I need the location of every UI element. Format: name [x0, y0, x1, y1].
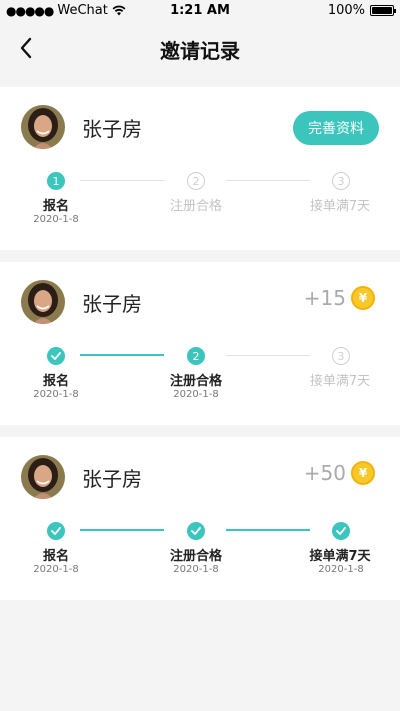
invite-record-card: 张子房 +15 ¥ 2 3 报名 注册合格 接单满7天 2020-1-8 202…	[0, 262, 400, 425]
progress-steps: 报名 注册合格 接单满7天 2020-1-8 2020-1-8 2020-1-8	[0, 437, 400, 600]
step-date: 2020-1-8	[33, 564, 79, 575]
step-label-signup: 报名	[42, 549, 69, 564]
step-label-signup: 报名	[42, 199, 69, 214]
battery-percent: 100%	[327, 3, 365, 18]
invite-record-card: 张子房 完善资料 1 2 3 报名 注册合格 接单满7天 2020-1-8	[0, 87, 400, 250]
step-label-registered: 注册合格	[169, 199, 222, 214]
step-check-icon	[47, 522, 65, 540]
page-title: 邀请记录	[160, 39, 240, 63]
nav-bar: 邀请记录	[0, 22, 400, 74]
step-connector	[80, 529, 164, 531]
step-label-signup: 报名	[42, 374, 69, 389]
step-date: 2020-1-8	[33, 214, 79, 225]
progress-steps: 2 3 报名 注册合格 接单满7天 2020-1-8 2020-1-8	[0, 262, 400, 425]
step-marker-3: 3	[332, 172, 350, 190]
step-label-registered: 注册合格	[169, 374, 222, 389]
battery-icon	[370, 5, 396, 16]
step-marker-1: 1	[47, 172, 65, 190]
step-label-7days: 接单满7天	[309, 199, 371, 214]
step-date: 2020-1-8	[318, 564, 364, 575]
step-connector	[80, 354, 164, 356]
step-label-7days: 接单满7天	[309, 549, 371, 564]
status-right: 100%	[327, 3, 396, 18]
step-connector	[80, 180, 164, 181]
step-connector	[226, 180, 310, 181]
invite-record-card: 张子房 +50 ¥ 报名 注册合格 接单满7天 2020-1-8 2020-1-…	[0, 437, 400, 600]
status-bar: ●●●●● WeChat 1:21 AM 100%	[0, 0, 400, 22]
step-marker-3: 3	[332, 347, 350, 365]
step-label-7days: 接单满7天	[309, 374, 371, 389]
step-date: 2020-1-8	[33, 389, 79, 400]
progress-steps: 1 2 3 报名 注册合格 接单满7天 2020-1-8	[0, 87, 400, 250]
step-check-icon	[187, 522, 205, 540]
step-check-icon	[47, 347, 65, 365]
step-marker-2: 2	[187, 347, 205, 365]
step-date: 2020-1-8	[173, 564, 219, 575]
step-label-registered: 注册合格	[169, 549, 222, 564]
step-check-icon	[332, 522, 350, 540]
step-marker-2: 2	[187, 172, 205, 190]
step-date: 2020-1-8	[173, 389, 219, 400]
step-connector	[226, 355, 310, 356]
step-connector	[226, 529, 310, 531]
